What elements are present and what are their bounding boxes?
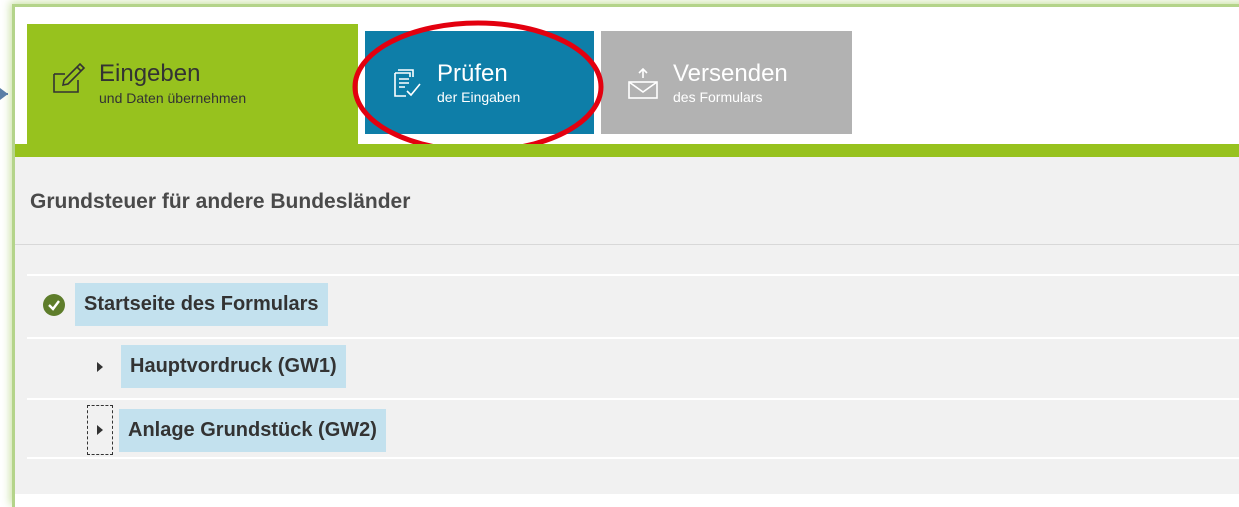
page-title: Grundsteuer für andere Bundesländer — [30, 190, 411, 213]
tab-subtitle: und Daten übernehmen — [99, 89, 247, 106]
divider — [27, 274, 1239, 276]
tab-versenden[interactable]: Versenden des Formulars — [601, 31, 852, 134]
check-icon — [43, 293, 65, 316]
divider — [27, 398, 1239, 400]
tab-subtitle: des Formulars — [673, 89, 763, 106]
divider — [15, 244, 1239, 245]
tree-item-anlage-grundstueck[interactable]: Anlage Grundstück (GW2) — [87, 405, 386, 455]
expand-toggle[interactable] — [87, 405, 113, 455]
tree-item-label[interactable]: Anlage Grundstück (GW2) — [119, 408, 386, 452]
checklist-icon — [389, 65, 425, 101]
tree-item-label[interactable]: Hauptvordruck (GW1) — [121, 345, 346, 388]
form-content: Grundsteuer für andere Bundesländer Star… — [15, 157, 1239, 494]
tab-title: Versenden — [673, 59, 788, 87]
step-bar — [15, 144, 1239, 157]
divider — [27, 337, 1239, 339]
divider — [27, 457, 1239, 459]
edit-icon — [51, 60, 87, 96]
pointer-arrow-icon — [0, 88, 8, 100]
expand-icon — [97, 425, 103, 435]
tab-title: Prüfen — [437, 59, 508, 87]
tab-eingeben[interactable]: Eingeben und Daten übernehmen — [27, 24, 358, 144]
tree-item-hauptvordruck[interactable]: Hauptvordruck (GW1) — [97, 345, 346, 388]
tab-subtitle: der Eingaben — [437, 89, 521, 106]
send-mail-icon — [625, 65, 661, 101]
tab-title: Eingeben — [99, 60, 201, 87]
expand-icon[interactable] — [97, 361, 103, 372]
tree-item-startseite[interactable]: Startseite des Formulars — [43, 283, 328, 326]
tree-item-label[interactable]: Startseite des Formulars — [75, 283, 328, 326]
tab-pruefen[interactable]: Prüfen der Eingaben — [365, 31, 594, 134]
